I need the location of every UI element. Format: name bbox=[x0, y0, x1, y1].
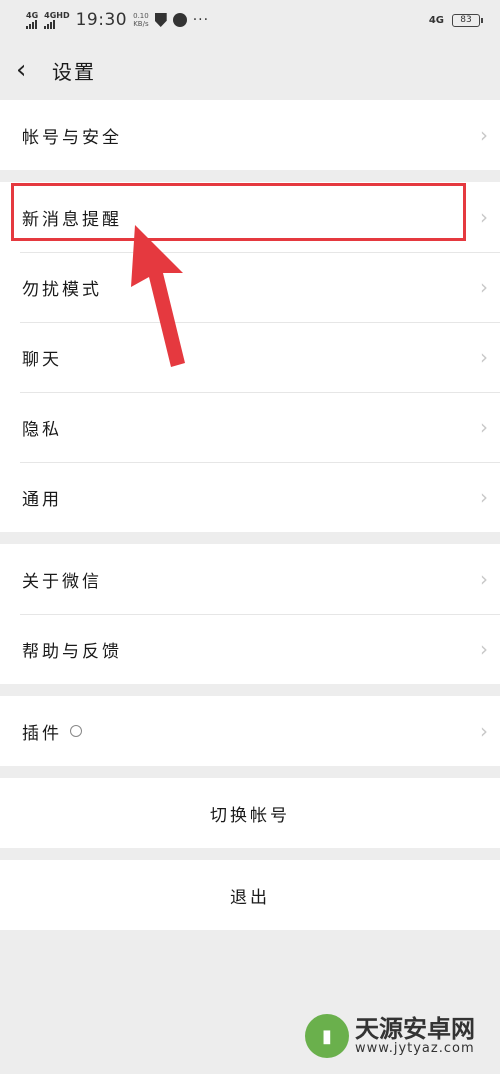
battery-icon: 83 bbox=[452, 13, 483, 27]
sim2-signal-icon: 4GHD bbox=[44, 11, 70, 29]
nav-bar: ‹ 设置 bbox=[0, 40, 500, 100]
switch-account-group: 切换帐号 bbox=[0, 778, 500, 848]
watermark-name: 天源安卓网 bbox=[355, 1014, 475, 1043]
settings-item-privacy[interactable]: 隐私 › bbox=[0, 392, 500, 462]
settings-item-label: 帐号与安全 bbox=[22, 127, 122, 148]
logout-button[interactable]: 退出 bbox=[0, 860, 500, 930]
settings-group-account: 帐号与安全 › bbox=[0, 100, 500, 170]
settings-item-chat[interactable]: 聊天 › bbox=[0, 322, 500, 392]
chevron-left-icon[interactable]: ‹ bbox=[16, 55, 46, 85]
settings-item-help-feedback[interactable]: 帮助与反馈 › bbox=[0, 614, 500, 684]
chevron-right-icon: › bbox=[480, 637, 488, 661]
settings-group-about: 关于微信 › 帮助与反馈 › bbox=[0, 544, 500, 684]
settings-item-label: 勿扰模式 bbox=[22, 279, 102, 300]
network-speed: 0.10 KB/s bbox=[133, 12, 149, 28]
settings-item-general[interactable]: 通用 › bbox=[0, 462, 500, 532]
settings-item-label: 关于微信 bbox=[22, 571, 102, 592]
settings-item-about-wechat[interactable]: 关于微信 › bbox=[0, 544, 500, 614]
settings-item-label: 聊天 bbox=[22, 349, 62, 370]
watermark-url: www.jytyaz.com bbox=[355, 1041, 475, 1057]
settings-item-label: 插件 bbox=[22, 719, 82, 744]
chevron-right-icon: › bbox=[480, 275, 488, 299]
page-title: 设置 bbox=[52, 59, 96, 84]
more-notifications-icon: ··· bbox=[192, 12, 210, 28]
settings-item-plugins[interactable]: 插件 › bbox=[0, 696, 500, 766]
switch-account-button[interactable]: 切换帐号 bbox=[0, 778, 500, 848]
android-logo-icon: ▮ bbox=[305, 1014, 349, 1058]
chevron-right-icon: › bbox=[480, 415, 488, 439]
settings-item-label: 隐私 bbox=[22, 419, 62, 440]
notification-icon bbox=[172, 13, 187, 27]
plugin-badge-icon bbox=[70, 725, 82, 737]
settings-item-label: 新消息提醒 bbox=[22, 209, 122, 230]
chevron-right-icon: › bbox=[480, 719, 488, 743]
settings-group-plugins: 插件 › bbox=[0, 696, 500, 766]
network-type: 4G bbox=[428, 14, 444, 26]
chevron-right-icon: › bbox=[480, 205, 488, 229]
settings-item-do-not-disturb[interactable]: 勿扰模式 › bbox=[0, 252, 500, 322]
shield-icon bbox=[154, 13, 167, 27]
chevron-right-icon: › bbox=[480, 123, 488, 147]
settings-item-label: 通用 bbox=[22, 489, 62, 510]
plugins-label: 插件 bbox=[22, 723, 62, 744]
settings-item-new-message-notify[interactable]: 新消息提醒 › bbox=[0, 182, 500, 252]
settings-group-main: 新消息提醒 › 勿扰模式 › 聊天 › 隐私 › 通用 › bbox=[0, 182, 500, 532]
watermark: ▮ 天源安卓网 www.jytyaz.com bbox=[305, 1014, 475, 1058]
chevron-right-icon: › bbox=[480, 345, 488, 369]
status-time: 19:30 bbox=[75, 10, 128, 30]
chevron-right-icon: › bbox=[480, 485, 488, 509]
chevron-right-icon: › bbox=[480, 567, 488, 591]
status-bar: 4G 4GHD 19:30 0.10 KB/s ··· 4G 83 bbox=[0, 0, 500, 40]
settings-item-account-security[interactable]: 帐号与安全 › bbox=[0, 100, 500, 170]
sim1-signal-icon: 4G bbox=[26, 11, 38, 29]
settings-item-label: 帮助与反馈 bbox=[22, 641, 122, 662]
logout-group: 退出 bbox=[0, 860, 500, 930]
